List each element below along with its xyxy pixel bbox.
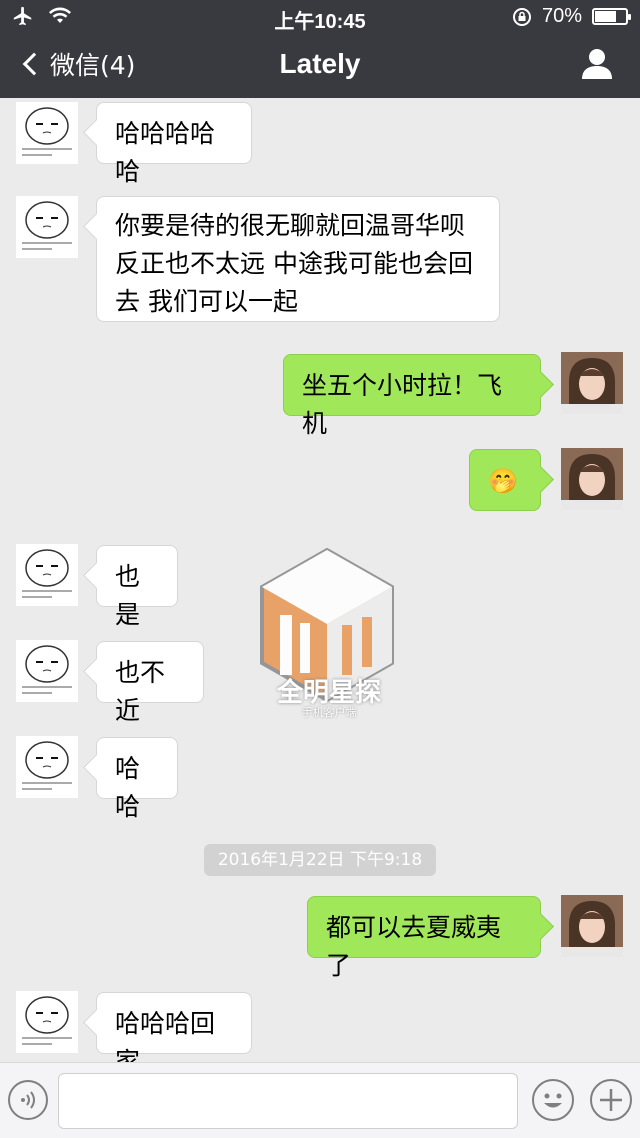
chat-title: Lately xyxy=(279,48,361,79)
message-bubble-incoming[interactable]: 哈哈哈哈哈 xyxy=(96,102,252,186)
message-line: 去 我们可以一起 xyxy=(115,287,298,316)
timestamp-divider: 2016年1月22日 下午9:18 xyxy=(204,844,436,876)
plus-icon xyxy=(600,1089,622,1111)
contact-avatar[interactable] xyxy=(16,736,78,798)
contact-avatar[interactable] xyxy=(16,196,78,258)
message-line: 你要是待的很无聊就回温哥华呗 xyxy=(115,211,466,240)
my-avatar[interactable] xyxy=(561,448,623,510)
top-bar: 上午10:45 70% 微信(4) Lately xyxy=(0,0,640,98)
voice-button[interactable] xyxy=(8,1080,48,1120)
message-bubble-incoming[interactable]: 哈哈哈回家 xyxy=(96,992,252,1076)
message-bubble-outgoing[interactable]: 🤭 xyxy=(469,449,541,511)
message-bubble-incoming[interactable]: 也不近 xyxy=(96,641,204,725)
battery-percent: 70% xyxy=(541,5,582,27)
emoji-icon xyxy=(544,1093,562,1108)
message-bubble-outgoing[interactable]: 都可以去夏威夷了 xyxy=(307,896,541,980)
message-text: 哈哈 xyxy=(115,754,141,821)
input-bar xyxy=(0,1062,640,1138)
message-text: 也不近 xyxy=(115,658,166,725)
status-bar: 上午10:45 70% xyxy=(0,0,640,34)
message-text: 🤭 xyxy=(488,467,518,495)
battery-fill xyxy=(595,11,616,22)
nav-bar: 微信(4) Lately xyxy=(0,34,640,98)
message-text: 哈哈哈哈哈 xyxy=(115,119,216,186)
contact-avatar[interactable] xyxy=(16,544,78,606)
battery-icon xyxy=(592,8,631,25)
emoji-button[interactable] xyxy=(532,1079,574,1121)
my-avatar[interactable] xyxy=(561,352,623,414)
message-bubble-incoming[interactable]: 你要是待的很无聊就回温哥华呗 反正也不太远 中途我可能也会回 去 我们可以一起 xyxy=(96,196,500,322)
more-button[interactable] xyxy=(590,1079,632,1121)
message-bubble-incoming[interactable]: 哈哈 xyxy=(96,737,178,821)
message-bubble-outgoing[interactable]: 坐五个小时拉！飞机 xyxy=(283,354,541,438)
my-avatar[interactable] xyxy=(561,895,623,957)
rotation-lock-icon xyxy=(512,7,531,26)
message-bubble-incoming[interactable]: 也是 xyxy=(96,545,178,629)
watermark-subtitle: 手机客户端 xyxy=(301,706,357,719)
contact-avatar[interactable] xyxy=(16,991,78,1053)
message-text: 也是 xyxy=(115,562,141,629)
contact-avatar[interactable] xyxy=(16,640,78,702)
voice-icon xyxy=(21,1091,35,1109)
message-text: 坐五个小时拉！飞机 xyxy=(302,371,503,438)
message-line: 反正也不太远 中途我可能也会回 xyxy=(115,249,473,278)
contact-avatar[interactable] xyxy=(16,102,78,164)
message-input[interactable] xyxy=(58,1073,518,1129)
user-icon[interactable] xyxy=(582,48,612,80)
message-text: 都可以去夏威夷了 xyxy=(326,913,502,980)
